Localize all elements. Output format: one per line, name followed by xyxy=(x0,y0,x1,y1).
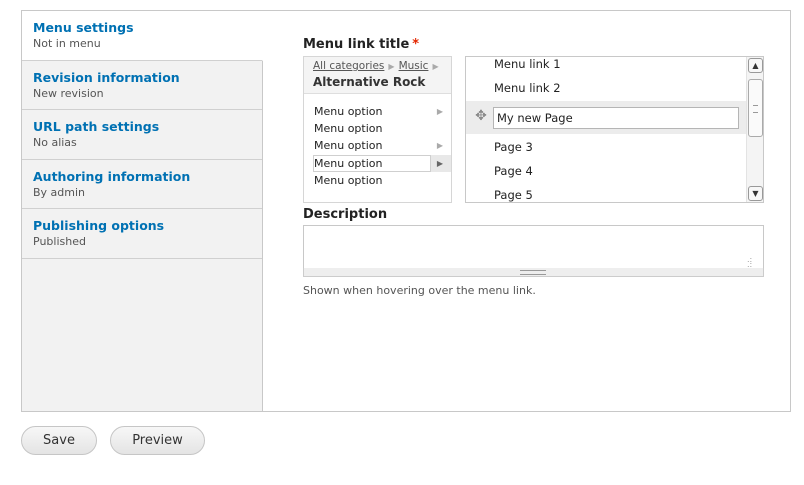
tab-revision-information[interactable]: Revision information New revision xyxy=(22,61,262,110)
tab-url-path-settings[interactable]: URL path settings No alias xyxy=(22,110,262,160)
list-item-editing: ✥ xyxy=(466,101,748,134)
option-list: Menu option ▶ Menu option Menu option ▶ Me… xyxy=(304,94,451,189)
menu-option[interactable]: Menu option ▶ xyxy=(304,103,451,120)
tab-title: Authoring information xyxy=(33,168,191,184)
menu-option[interactable]: Menu option xyxy=(304,120,451,137)
menu-option-selected[interactable]: Menu option ▶ xyxy=(304,154,451,172)
tab-title: Menu settings xyxy=(33,20,134,35)
category-browser: All categories ▶ Music ▶ Alternative Rock M… xyxy=(303,56,452,203)
tab-summary: New revision xyxy=(33,86,104,100)
scroll-up-icon[interactable]: ▲ xyxy=(748,58,763,73)
description-help-text: Shown when hovering over the menu link. xyxy=(303,284,536,297)
list-item[interactable]: Page 5 xyxy=(494,188,533,202)
tab-publishing-options[interactable]: Publishing options Published xyxy=(22,209,262,259)
tab-menu-settings[interactable]: Menu settings Not in menu xyxy=(22,11,263,61)
menu-option[interactable]: Menu option xyxy=(304,172,451,189)
current-category: Alternative Rock xyxy=(313,75,426,89)
tab-summary: Published xyxy=(33,235,86,248)
tab-title: URL path settings xyxy=(33,119,160,134)
required-marker: * xyxy=(412,37,420,52)
chevron-right-icon: ▶ xyxy=(436,107,443,116)
list-item[interactable]: Page 3 xyxy=(494,140,533,154)
resize-corner-icon: .:.: xyxy=(747,255,753,269)
breadcrumb-link-all-categories[interactable]: All categories xyxy=(313,60,384,72)
list-item[interactable]: Menu link 2 xyxy=(494,81,561,95)
breadcrumb: All categories ▶ Music ▶ Alternative Rock xyxy=(304,57,451,94)
menu-link-title-label: Menu link title * xyxy=(303,37,420,52)
chevron-right-icon: ▶ xyxy=(436,141,443,151)
tab-summary: By admin xyxy=(33,185,86,199)
vertical-tabs-list: Menu settings Not in menu Revision infor… xyxy=(22,11,263,411)
preview-button[interactable]: Preview xyxy=(110,426,205,455)
list-item[interactable]: Menu link 1 xyxy=(494,57,561,71)
move-icon[interactable]: ✥ xyxy=(474,109,488,123)
scrollbar-thumb[interactable] xyxy=(748,79,763,137)
description-label: Description xyxy=(303,207,388,222)
tab-authoring-information[interactable]: Authoring information By admin xyxy=(22,160,262,209)
vertical-tabs-panel: Menu settings Not in menu Revision infor… xyxy=(21,10,791,412)
chevron-right-icon: ▶ xyxy=(436,158,443,168)
menu-option[interactable]: Menu option ▶ xyxy=(304,137,451,154)
save-button[interactable]: Save xyxy=(21,426,97,455)
list-item[interactable]: Page 4 xyxy=(494,164,533,178)
menu-link-title-input[interactable] xyxy=(493,107,739,129)
breadcrumb-link-music[interactable]: Music xyxy=(399,60,429,72)
chevron-right-icon: ▶ xyxy=(432,62,439,71)
menu-link-list: Menu link 1 Menu link 2 ✥ Page 3 Page 4 … xyxy=(465,56,764,203)
resize-handle[interactable] xyxy=(303,268,764,277)
tab-title: Publishing options xyxy=(33,218,165,233)
scrollbar[interactable]: ▲ ▼ xyxy=(746,57,763,202)
tab-summary: No alias xyxy=(33,136,77,149)
scroll-down-icon[interactable]: ▼ xyxy=(748,186,763,201)
tab-summary: Not in menu xyxy=(33,37,101,50)
chevron-right-icon: ▶ xyxy=(388,62,395,71)
description-textarea[interactable] xyxy=(303,225,764,269)
tab-title: Revision information xyxy=(33,69,180,85)
menu-settings-pane: Menu link title * All categories ▶ Music ▶ A… xyxy=(303,11,783,411)
